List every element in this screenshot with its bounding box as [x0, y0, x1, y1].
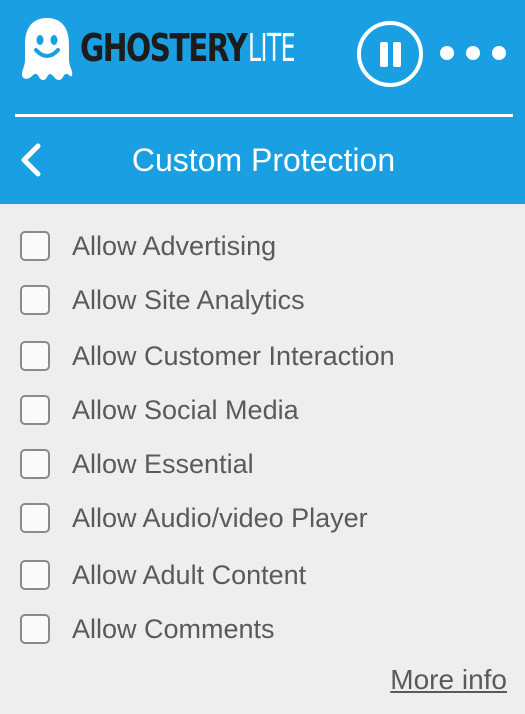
- more-menu-button[interactable]: [440, 38, 506, 68]
- app-header: GHOSTERY LITE Custom Protection: [0, 0, 525, 204]
- back-button[interactable]: [14, 138, 50, 182]
- checkbox[interactable]: [20, 560, 50, 590]
- checkbox[interactable]: [20, 449, 50, 479]
- option-allow-customer-interaction[interactable]: Allow Customer Interaction: [20, 336, 395, 376]
- ghost-logo-icon: [22, 18, 73, 80]
- option-allow-adult-content[interactable]: Allow Adult Content: [20, 555, 306, 595]
- option-label: Allow Comments: [72, 613, 275, 644]
- option-allow-essential[interactable]: Allow Essential: [20, 444, 254, 484]
- page-title: Custom Protection: [131, 142, 396, 178]
- option-label: Allow Essential: [72, 448, 254, 479]
- checkbox[interactable]: [20, 285, 50, 315]
- option-label: Allow Customer Interaction: [72, 340, 395, 371]
- pause-icon: [380, 42, 388, 67]
- more-horizontal-icon: [440, 46, 454, 60]
- option-label: Allow Social Media: [72, 394, 299, 425]
- checkbox[interactable]: [20, 614, 50, 644]
- checkbox[interactable]: [20, 395, 50, 425]
- brand-edition: LITE: [248, 26, 295, 70]
- more-horizontal-icon: [492, 46, 506, 60]
- more-info-link[interactable]: More info: [390, 664, 507, 696]
- brand-logo: GHOSTERY LITE: [80, 26, 295, 78]
- more-horizontal-icon: [466, 46, 480, 60]
- checkbox[interactable]: [20, 231, 50, 261]
- option-label: Allow Adult Content: [72, 559, 307, 590]
- option-allow-audio-video-player[interactable]: Allow Audio/video Player: [20, 498, 368, 538]
- checkbox[interactable]: [20, 503, 50, 533]
- option-label: Allow Advertising: [72, 230, 277, 261]
- pause-icon: [393, 42, 401, 67]
- brand-name: GHOSTERY: [80, 26, 248, 70]
- option-label: Allow Site Analytics: [72, 284, 305, 315]
- option-label: Allow Audio/video Player: [72, 502, 368, 533]
- chevron-left-icon: [21, 143, 41, 177]
- checkbox[interactable]: [20, 341, 50, 371]
- option-allow-comments[interactable]: Allow Comments: [20, 609, 275, 649]
- option-allow-site-analytics[interactable]: Allow Site Analytics: [20, 280, 305, 320]
- pause-button[interactable]: [357, 21, 423, 87]
- option-allow-advertising[interactable]: Allow Advertising: [20, 226, 276, 266]
- header-divider: [15, 114, 513, 117]
- option-allow-social-media[interactable]: Allow Social Media: [20, 390, 299, 430]
